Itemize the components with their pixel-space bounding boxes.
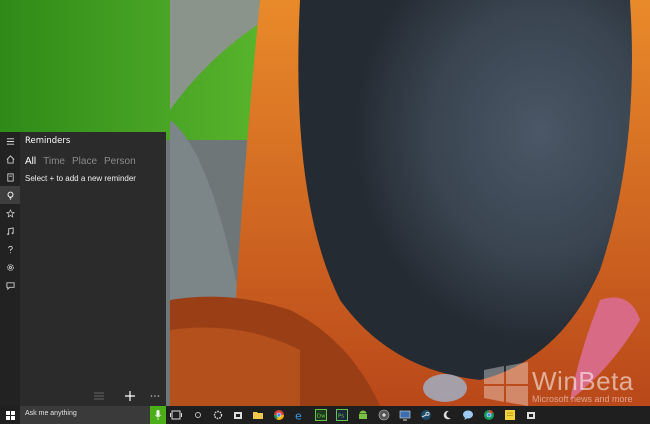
notebook-icon [6, 172, 14, 182]
reminders-icon [7, 191, 13, 200]
microphone-icon [155, 410, 161, 420]
sticky-notes-icon[interactable] [504, 409, 516, 421]
file-explorer-icon[interactable] [252, 409, 264, 421]
rail-music-button[interactable] [0, 222, 20, 240]
windows-logo-icon [5, 410, 15, 420]
rail-help-button[interactable] [0, 240, 20, 258]
plus-icon [125, 391, 135, 401]
settings-icon[interactable] [212, 409, 224, 421]
obs-icon[interactable] [378, 409, 390, 421]
tab-all[interactable]: All [25, 156, 36, 167]
hamburger-icon [6, 137, 14, 145]
cortana-reminders-panel: Reminders All Time Place Person Select +… [0, 132, 166, 406]
monitor-icon[interactable] [399, 409, 411, 421]
feedback-icon [5, 281, 15, 290]
side-rail [0, 132, 20, 406]
svg-text:Dw: Dw [317, 414, 326, 420]
taskbar: Ask me anything e Dw Ps [0, 406, 650, 424]
hamburger-menu-button[interactable] [0, 132, 20, 150]
rail-favorites-button[interactable] [0, 204, 20, 222]
panel-title: Reminders [25, 136, 71, 146]
star-icon [5, 208, 15, 218]
panel-command-bar [88, 388, 164, 404]
select-list-button[interactable] [92, 388, 106, 404]
search-placeholder: Ask me anything [25, 410, 77, 417]
chat-icon[interactable] [462, 409, 474, 421]
settings-icon [6, 263, 14, 271]
steam-icon[interactable] [420, 409, 432, 421]
tab-time[interactable]: Time [43, 156, 65, 167]
watermark-text: WinBeta [532, 366, 634, 396]
rail-settings-button[interactable] [0, 258, 20, 276]
tab-person[interactable]: Person [104, 156, 136, 167]
rail-home-button[interactable] [0, 150, 20, 168]
photoshop-icon[interactable]: Ps [336, 409, 348, 421]
task-view-icon[interactable] [170, 409, 182, 421]
home-icon [6, 154, 14, 164]
svg-text:Ps: Ps [338, 414, 344, 420]
winbeta-watermark: WinBeta Microsoft news and more [482, 362, 650, 406]
winbeta-logo-icon [484, 362, 528, 406]
svg-text:e: e [295, 410, 302, 422]
list-icon [94, 392, 104, 400]
edge-icon[interactable]: e [294, 409, 306, 422]
start-button[interactable] [0, 406, 20, 424]
add-reminder-button[interactable] [122, 388, 138, 404]
tab-place[interactable]: Place [72, 156, 97, 167]
moon-icon[interactable] [441, 409, 453, 421]
dreamweaver-icon[interactable]: Dw [315, 409, 327, 421]
ellipsis-icon [150, 395, 160, 397]
help-icon [7, 245, 13, 253]
chrome-alt-icon[interactable] [483, 409, 495, 421]
android-icon[interactable] [357, 409, 369, 421]
cortana-circle-icon[interactable] [192, 409, 204, 421]
reminder-filter-tabs: All Time Place Person [25, 156, 136, 167]
more-options-button[interactable] [148, 388, 162, 404]
music-icon [6, 226, 14, 235]
microphone-button[interactable] [150, 406, 166, 424]
rail-reminders-button[interactable] [0, 186, 20, 204]
empty-reminders-hint: Select + to add a new reminder [25, 174, 136, 183]
chrome-icon[interactable] [273, 409, 285, 421]
watermark-subtext: Microsoft news and more [532, 394, 633, 404]
rail-notebook-button[interactable] [0, 168, 20, 186]
store-alt-icon[interactable] [525, 409, 537, 421]
cortana-search-box[interactable]: Ask me anything [20, 406, 150, 424]
store-icon[interactable] [232, 409, 244, 421]
rail-feedback-button[interactable] [0, 276, 20, 294]
